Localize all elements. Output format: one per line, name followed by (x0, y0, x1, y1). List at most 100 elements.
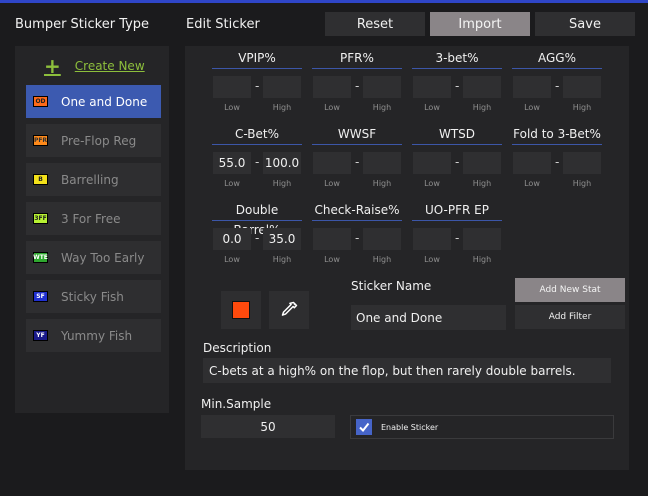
range-dash: - (255, 231, 260, 245)
stat-high-input[interactable] (463, 76, 501, 98)
sticker-color-swatch (232, 301, 250, 319)
sticker-type-label: One and Done (61, 94, 148, 109)
high-caption: High (272, 103, 292, 112)
high-caption: High (572, 179, 592, 188)
plus-icon: + (44, 54, 61, 78)
sticker-type-item[interactable]: YF Yummy Fish (26, 319, 161, 352)
enable-sticker-row: Enable Sticker (350, 415, 614, 439)
stat-low-input[interactable]: 55.0 (213, 152, 251, 174)
sticker-name-label: Sticker Name (351, 279, 432, 293)
sticker-type-item[interactable]: B Barrelling (26, 163, 161, 196)
stat-low-input[interactable] (513, 152, 551, 174)
sticker-badge-icon: 3FF (33, 213, 48, 224)
stat-low-input[interactable] (313, 152, 351, 174)
import-button[interactable]: Import (430, 12, 530, 36)
sticker-type-item[interactable]: 3FF 3 For Free (26, 202, 161, 235)
stat-name-header: Check-Raise% (312, 200, 402, 221)
sticker-type-label: Sticky Fish (61, 289, 124, 304)
sticker-type-label: Barrelling (61, 172, 119, 187)
stat-high-input[interactable] (263, 76, 301, 98)
range-dash: - (355, 155, 360, 169)
checkmark-icon (359, 422, 370, 433)
range-dash: - (455, 155, 460, 169)
create-new-label: Create New (74, 59, 145, 73)
save-button[interactable]: Save (535, 12, 635, 36)
stat-low-input[interactable] (313, 228, 351, 250)
stat-name-header: Double Barrel% (212, 200, 302, 237)
min-sample-input[interactable]: 50 (201, 415, 335, 438)
stat-high-input[interactable]: 100.0 (263, 152, 301, 174)
low-caption: Low (424, 179, 440, 188)
stat-high-input[interactable] (363, 152, 401, 174)
sticker-type-label: Way Too Early (61, 250, 145, 265)
stat-high-input[interactable]: 35.0 (263, 228, 301, 250)
sticker-badge-icon: WTE (33, 252, 48, 263)
range-dash: - (455, 79, 460, 93)
sticker-type-label: 3 For Free (61, 211, 121, 226)
description-input[interactable]: C-bets at a high% on the flop, but then … (203, 358, 611, 383)
stat-low-input[interactable]: 0.0 (213, 228, 251, 250)
high-caption: High (272, 255, 292, 264)
sticker-badge-icon: PFR (33, 135, 48, 146)
stat-name-header: VPIP% (212, 48, 302, 69)
low-caption: Low (324, 179, 340, 188)
top-accent-line (0, 0, 648, 3)
color-swatch-button[interactable] (221, 291, 261, 329)
stat-high-input[interactable] (463, 152, 501, 174)
low-caption: Low (424, 103, 440, 112)
sticker-name-input[interactable]: One and Done (351, 305, 506, 330)
min-sample-label: Min.Sample (201, 397, 272, 411)
add-new-stat-button[interactable]: Add New Stat (515, 278, 625, 302)
range-dash: - (555, 79, 560, 93)
stat-low-input[interactable] (513, 76, 551, 98)
stat-name-header: PFR% (312, 48, 402, 69)
sticker-type-item[interactable]: OD One and Done (26, 85, 161, 118)
stat-high-input[interactable] (363, 228, 401, 250)
low-caption: Low (524, 103, 540, 112)
range-dash: - (255, 79, 260, 93)
low-caption: Low (324, 103, 340, 112)
sticker-badge-icon: B (33, 174, 48, 185)
eyedropper-button[interactable] (269, 291, 309, 329)
sticker-badge-icon: YF (33, 330, 48, 341)
description-label: Description (203, 341, 272, 355)
enable-sticker-label: Enable Sticker (381, 422, 439, 432)
create-new-button[interactable]: + Create New (44, 56, 145, 76)
add-filter-button[interactable]: Add Filter (515, 305, 625, 329)
range-dash: - (355, 231, 360, 245)
low-caption: Low (424, 255, 440, 264)
sticker-type-item[interactable]: SF Sticky Fish (26, 280, 161, 313)
enable-sticker-checkbox[interactable] (356, 419, 372, 435)
low-caption: Low (224, 255, 240, 264)
sticker-type-label: Yummy Fish (61, 328, 133, 343)
low-caption: Low (324, 255, 340, 264)
stat-name-header: UO-PFR EP (412, 200, 502, 221)
stat-low-input[interactable] (313, 76, 351, 98)
low-caption: Low (224, 179, 240, 188)
stat-low-input[interactable] (413, 76, 451, 98)
stat-name-header: 3-bet% (412, 48, 502, 69)
sticker-type-label: Pre-Flop Reg (61, 133, 137, 148)
stat-high-input[interactable] (563, 152, 601, 174)
stat-low-input[interactable] (413, 228, 451, 250)
range-dash: - (555, 155, 560, 169)
reset-button[interactable]: Reset (325, 12, 425, 36)
high-caption: High (572, 103, 592, 112)
range-dash: - (355, 79, 360, 93)
sticker-badge-icon: OD (33, 96, 48, 107)
stat-name-header: C-Bet% (212, 124, 302, 145)
low-caption: Low (524, 179, 540, 188)
stat-low-input[interactable] (413, 152, 451, 174)
sticker-type-item[interactable]: WTE Way Too Early (26, 241, 161, 274)
high-caption: High (472, 255, 492, 264)
stat-name-header: Fold to 3-Bet% (512, 124, 602, 145)
stat-high-input[interactable] (563, 76, 601, 98)
low-caption: Low (224, 103, 240, 112)
sticker-type-item[interactable]: PFR Pre-Flop Reg (26, 124, 161, 157)
stat-high-input[interactable] (363, 76, 401, 98)
stat-name-header: WWSF (312, 124, 402, 145)
stat-low-input[interactable] (213, 76, 251, 98)
stat-high-input[interactable] (463, 228, 501, 250)
range-dash: - (255, 155, 260, 169)
stat-name-header: AGG% (512, 48, 602, 69)
